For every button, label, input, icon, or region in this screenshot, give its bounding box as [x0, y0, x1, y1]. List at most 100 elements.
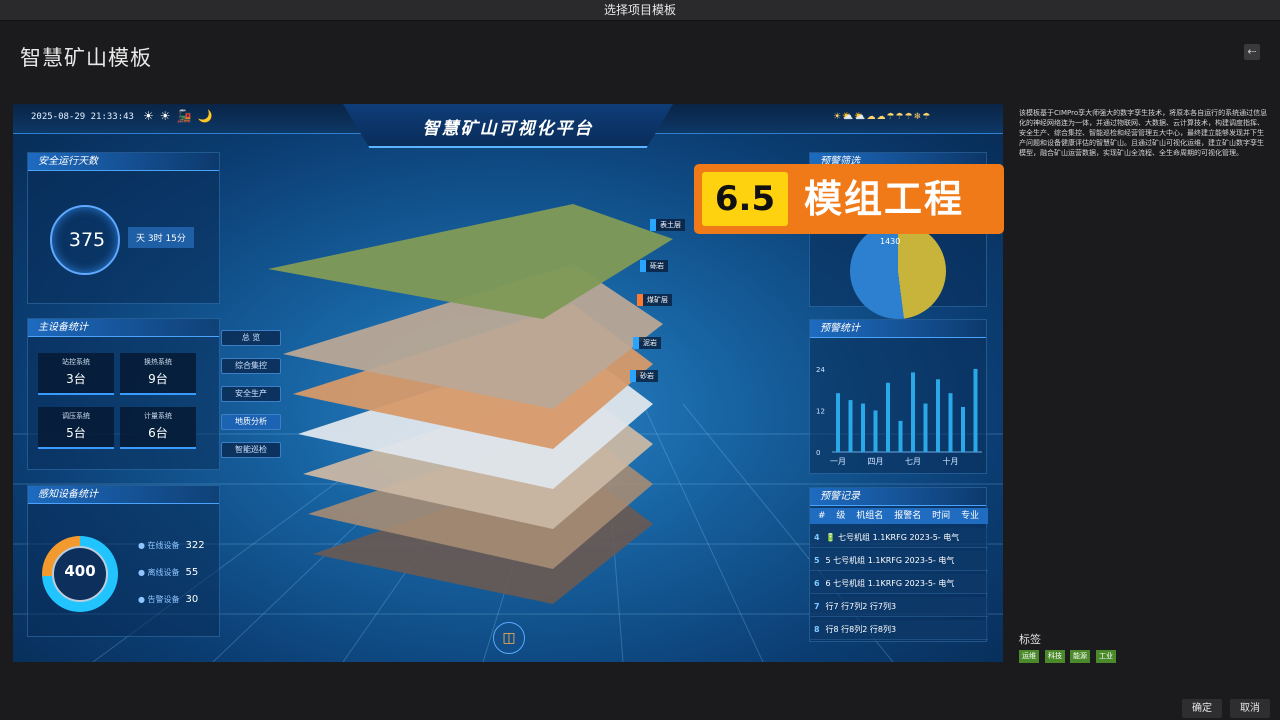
row-text: 行7 行7列2 行7列3 [825, 602, 897, 611]
warning-stats-panel: 预警统计 0 12 24 一月 四月 七月 十月 [809, 319, 987, 474]
safety-days-detail: 天 3时 15分 [128, 227, 194, 248]
bar [973, 368, 978, 452]
device-card[interactable]: 调压系统 5台 [38, 407, 114, 449]
badge-text: 模组工程 [804, 177, 965, 221]
badge-number: 6.5 [702, 172, 788, 226]
legend-alarm: ● 告警设备 30 [138, 594, 199, 605]
weather-forecast-icons: ☀⛅⛅☁☁☂☂☂❄☂ [833, 112, 932, 122]
cancel-button[interactable]: 取消 [1230, 699, 1270, 718]
bar [836, 393, 840, 452]
device-name: 调压系统 [62, 412, 90, 420]
layer-tag-conglomerate[interactable]: 砾岩 [640, 260, 668, 272]
device-card[interactable]: 站控系统 3台 [38, 353, 114, 395]
device-card[interactable]: 换热系统 9台 [120, 353, 196, 395]
datetime: 2025-08-29 21:33:43 [31, 112, 134, 122]
y-tick-label: 12 [816, 407, 825, 415]
device-name: 站控系统 [62, 358, 90, 366]
module-badge: 6.5 模组工程 [694, 164, 1004, 234]
safety-days-title: 安全运行天数 [28, 153, 219, 171]
legend-online: ● 在线设备 322 [138, 540, 205, 551]
row-text: 6 七号机组 1.1KRFG 2023-5- 电气 [825, 579, 955, 588]
x-tick-label: 十月 [943, 456, 959, 466]
device-name: 换热系统 [144, 358, 172, 366]
cube-icon[interactable]: ◫ [493, 622, 525, 654]
menu-geology-analysis[interactable]: 地质分析 [221, 414, 281, 430]
safety-days-panel: 安全运行天数 375 天 3时 15分 [27, 152, 220, 304]
warning-records-title: 预警记录 [810, 488, 986, 506]
dashboard-title: 智慧矿山可视化平台 [422, 119, 594, 139]
table-row[interactable]: 8 行8 行8列2 行8列3 [810, 620, 988, 640]
tag-item[interactable]: 科技 [1045, 650, 1065, 663]
device-count: 6台 [148, 426, 168, 440]
menu-integrated-control[interactable]: 综合集控 [221, 358, 281, 374]
dashboard-title-banner: 智慧矿山可视化平台 [343, 104, 673, 148]
main-devices-panel: 主设备统计 站控系统 3台 换热系统 9台 调压系统 5台 计量系统 6台 [27, 318, 220, 470]
legend-value: 30 [185, 594, 199, 605]
device-card[interactable]: 计量系统 6台 [120, 407, 196, 449]
legend-value: 55 [185, 567, 199, 578]
col-header: 机组名 [856, 511, 884, 521]
col-header: 专业 [960, 511, 979, 521]
confirm-button[interactable]: 确定 [1182, 699, 1222, 718]
warning-records-panel: 预警记录 # 级 机组名 报警名 时间 专业 4 🔋 七号机组 1.1KRFG … [809, 487, 988, 642]
menu-safety-production[interactable]: 安全生产 [221, 386, 281, 402]
device-name: 计量系统 [144, 412, 172, 420]
sensor-devices-panel: 感知设备统计 400 ● 在线设备 322 ● 离线设备 55 ● 告警设备 30 [27, 485, 220, 637]
bar [911, 372, 915, 452]
sensor-devices-title: 感知设备统计 [28, 486, 219, 504]
y-tick-label: 24 [816, 366, 825, 374]
warning-pie-value: 1430 [880, 237, 901, 246]
layer-tag-topsoil[interactable]: 表土层 [650, 219, 685, 231]
row-number: 5 [814, 556, 820, 565]
template-description: 该模板基于CIMPro孪大师强大的数字孪生技术，将原本各自运行的系统通过信息化的… [1019, 109, 1268, 157]
safety-days-ring: 375 [50, 205, 120, 275]
device-count: 9台 [148, 372, 168, 386]
layer-tag-coal[interactable]: 煤矿层 [637, 294, 672, 306]
warning-stats-title: 预警统计 [810, 320, 986, 338]
legend-offline: ● 离线设备 55 [138, 567, 199, 578]
bar [886, 382, 890, 452]
safety-days-value: 375 [68, 229, 106, 251]
tag-item[interactable]: 能源 [1070, 650, 1090, 663]
sensor-total: 400 [64, 562, 96, 580]
weather-icons-left: ☀☀🚂🌙 [143, 109, 219, 123]
menu-smart-inspection[interactable]: 智能巡检 [221, 442, 281, 458]
warning-bar-chart: 0 12 24 一月 四月 七月 十月 [816, 366, 982, 466]
layer-tag-sandstone[interactable]: 砂岩 [630, 370, 658, 382]
legend-label: 告警设备 [147, 595, 180, 604]
row-number: 4 [814, 533, 820, 542]
bar [948, 393, 953, 452]
layer-tag-mudstone[interactable]: 泥岩 [633, 337, 661, 349]
bar [898, 420, 903, 452]
x-tick-label: 四月 [868, 457, 884, 466]
row-text: 5 七号机组 1.1KRFG 2023-5- 电气 [825, 556, 955, 565]
row-number: 6 [814, 579, 820, 588]
tag-item[interactable]: 工业 [1096, 650, 1116, 663]
bar [936, 379, 940, 452]
table-row[interactable]: 5 5 七号机组 1.1KRFG 2023-5- 电气 [810, 551, 988, 571]
arrow-left-icon: ⇠ [1247, 45, 1257, 58]
row-number: 7 [814, 602, 820, 611]
bar [961, 407, 965, 452]
menu-overview[interactable]: 总 览 [221, 330, 281, 346]
tag-item[interactable]: 运维 [1019, 650, 1039, 663]
row-text: 行8 行8列2 行8列3 [825, 625, 897, 634]
col-header: 级 [836, 511, 846, 521]
table-row[interactable]: 7 行7 行7列2 行7列3 [810, 597, 988, 617]
table-row[interactable]: 6 6 七号机组 1.1KRFG 2023-5- 电气 [810, 574, 988, 594]
legend-label: 在线设备 [147, 541, 180, 550]
table-row[interactable]: 4 🔋 七号机组 1.1KRFG 2023-5- 电气 [810, 528, 988, 548]
row-text: 🔋 七号机组 1.1KRFG 2023-5- 电气 [825, 533, 960, 542]
col-header: 时间 [932, 511, 951, 521]
col-header: 报警名 [894, 511, 922, 521]
back-button[interactable]: ⇠ [1244, 44, 1260, 60]
legend-label: 离线设备 [147, 568, 180, 577]
x-tick-label: 七月 [905, 457, 921, 466]
page-title: 智慧矿山模板 [20, 46, 152, 70]
device-count: 3台 [66, 372, 86, 386]
y-tick-label: 0 [816, 449, 820, 457]
col-header: # [818, 511, 826, 521]
records-table-header: # 级 机组名 报警名 时间 专业 [810, 508, 988, 524]
window-title: 选择项目模板 [0, 0, 1280, 21]
main-devices-title: 主设备统计 [28, 319, 219, 337]
